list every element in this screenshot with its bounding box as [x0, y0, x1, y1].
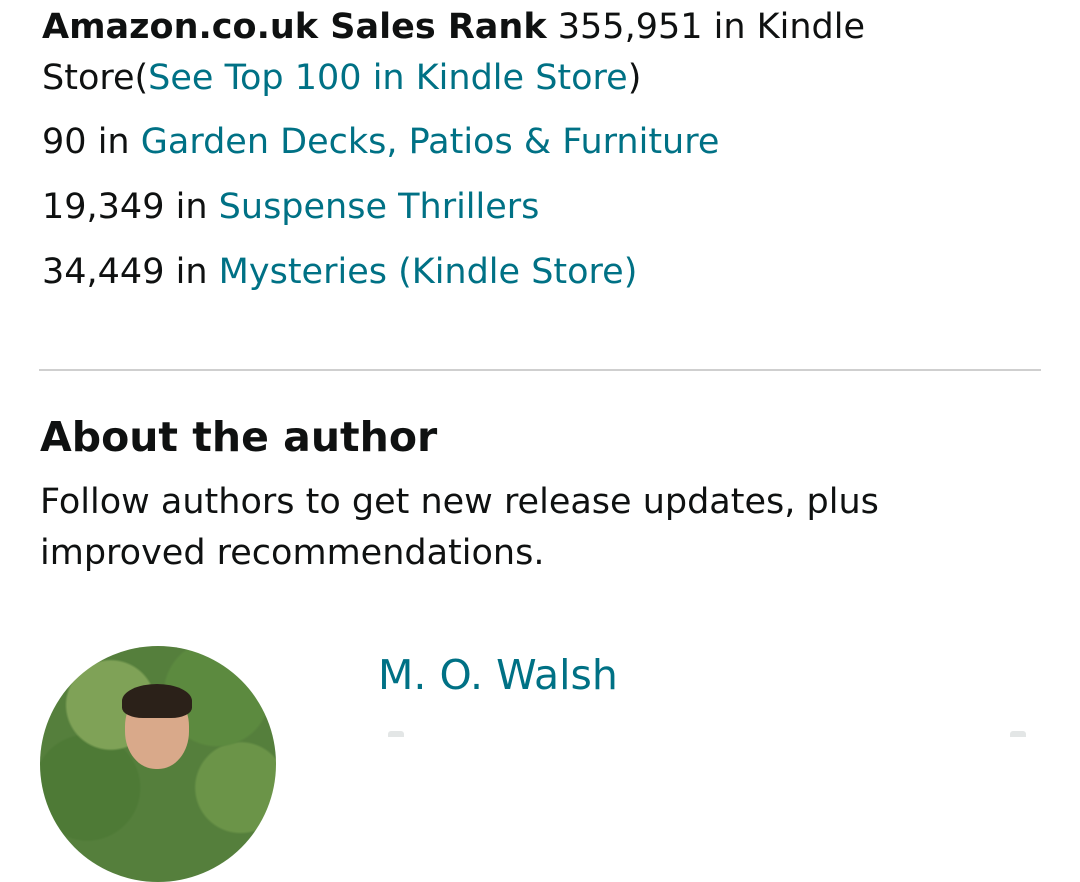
placeholder-mark	[1010, 731, 1026, 737]
author-details-placeholder	[380, 728, 1060, 737]
category-rank-in: in	[175, 252, 208, 292]
category-rank-row: 90 in Garden Decks, Patios & Furniture	[42, 117, 719, 167]
category-rank-row: 34,449 in Mysteries (Kindle Store)	[42, 247, 637, 297]
author-photo-hair	[122, 684, 192, 718]
author-avatar[interactable]	[40, 646, 276, 882]
category-rank-in: in	[175, 187, 208, 227]
open-paren: (	[134, 58, 149, 98]
category-rank-number: 34,449	[42, 252, 165, 292]
category-rank-in: in	[97, 122, 130, 162]
category-rank-row: 19,349 in Suspense Thrillers	[42, 182, 539, 232]
placeholder-mark	[388, 731, 404, 737]
author-name-link[interactable]: M. O. Walsh	[378, 648, 618, 702]
close-paren: )	[627, 58, 642, 98]
sales-rank-value: 355,951	[557, 7, 703, 47]
section-divider	[39, 369, 1041, 371]
category-link-garden-decks[interactable]: Garden Decks, Patios & Furniture	[141, 122, 720, 162]
sales-rank-summary: Amazon.co.uk Sales Rank 355,951 in Kindl…	[42, 2, 1032, 104]
about-author-heading: About the author	[40, 413, 438, 461]
category-rank-number: 19,349	[42, 187, 165, 227]
category-link-mysteries[interactable]: Mysteries (Kindle Store)	[219, 252, 638, 292]
category-rank-number: 90	[42, 122, 87, 162]
about-author-description: Follow authors to get new release update…	[40, 482, 879, 573]
sales-rank-label: Amazon.co.uk Sales Rank	[42, 7, 547, 47]
see-top-100-link[interactable]: See Top 100 in Kindle Store	[148, 58, 628, 98]
category-link-suspense-thrillers[interactable]: Suspense Thrillers	[219, 187, 540, 227]
